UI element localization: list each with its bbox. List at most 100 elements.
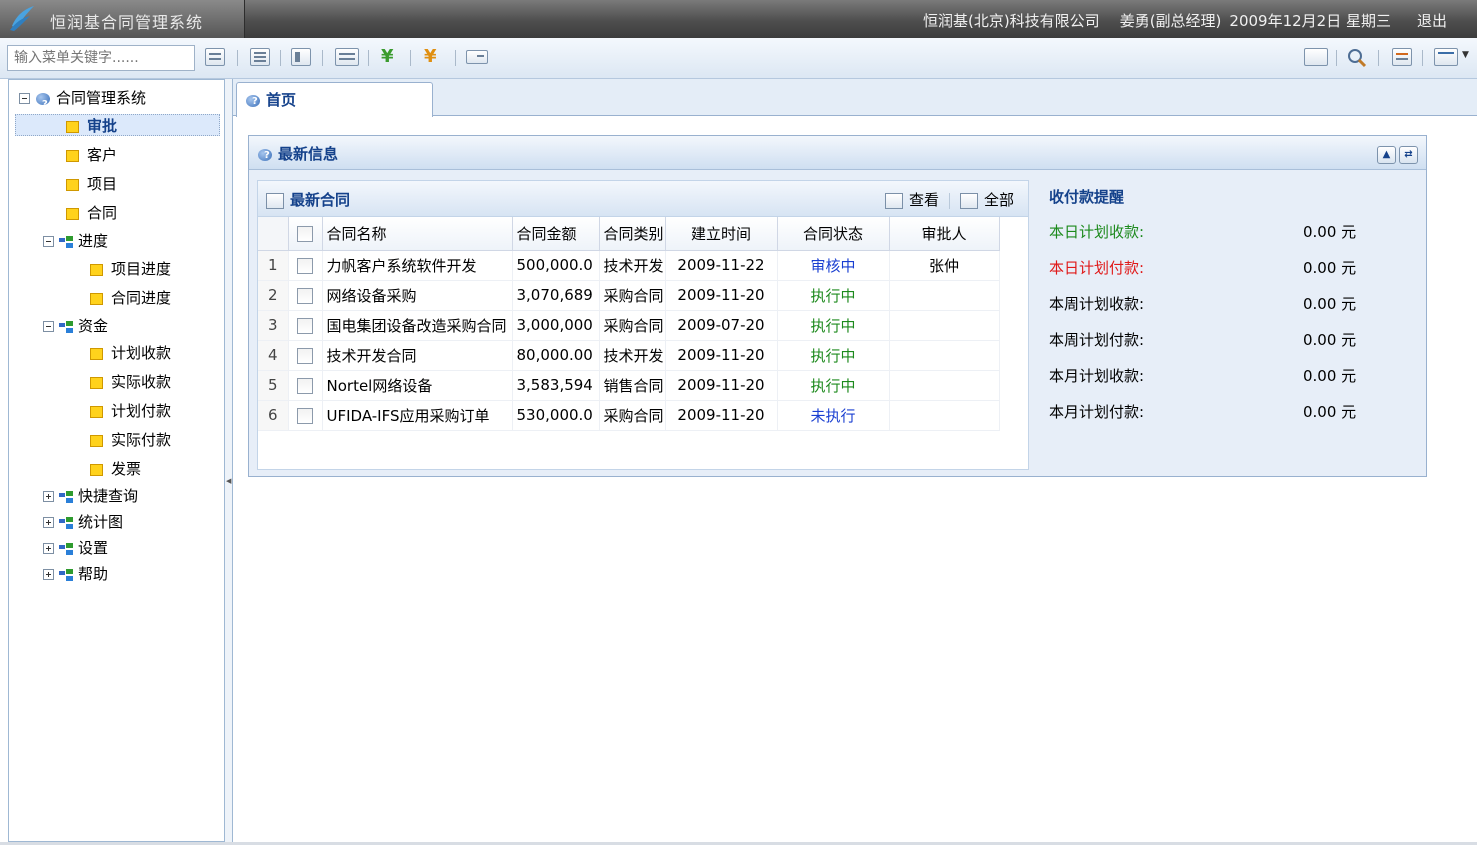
collapse-icon[interactable] xyxy=(19,93,30,104)
folder-icon xyxy=(59,516,73,529)
tree-root[interactable]: 合同管理系统 xyxy=(19,87,147,116)
tree-item-plan-pay[interactable]: 计划付款 xyxy=(90,400,171,422)
chevron-down-icon[interactable]: ▼ xyxy=(1462,50,1469,60)
expand-icon[interactable] xyxy=(43,517,54,528)
pay-money-icon[interactable]: ¥ xyxy=(424,46,437,67)
search-go-icon[interactable] xyxy=(205,48,225,66)
tree-item-project-progress[interactable]: 项目进度 xyxy=(90,258,171,280)
tree-item-help[interactable]: 帮助 xyxy=(43,563,108,585)
reminder-label[interactable]: 本周计划收款: xyxy=(1049,295,1144,313)
row-checkbox[interactable] xyxy=(297,257,313,274)
latest-contracts-grid: 最新合同 查看 全部 合同名称 合同金额 合同类别 建立时间 合同状态 审批人 xyxy=(257,180,1029,470)
tree-item-progress[interactable]: 进度 xyxy=(43,230,108,252)
view-icon[interactable] xyxy=(884,192,903,209)
calculator-icon[interactable] xyxy=(1392,48,1412,66)
table-row[interactable]: 4 技术开发合同 80,000.00 技术开发 2009-11-20 执行中 xyxy=(258,340,1000,371)
tree-label: 合同管理系统 xyxy=(56,89,147,107)
logout-link[interactable]: 退出 xyxy=(1417,12,1447,30)
reminder-amount: 0.00 元 xyxy=(1303,259,1357,277)
reminder-row: 本月计划收款: 0.00 元 xyxy=(1049,365,1409,401)
table-row[interactable]: 5 Nortel网络设备 3,583,594 销售合同 2009-11-20 执行中 xyxy=(258,370,1000,401)
row-checkbox[interactable] xyxy=(297,347,313,364)
tab-strip: 首页 xyxy=(233,79,1477,117)
expand-icon[interactable] xyxy=(43,491,54,502)
col-type[interactable]: 合同类别 xyxy=(599,217,666,251)
toolbar-divider xyxy=(368,50,369,66)
reminder-amount: 0.00 元 xyxy=(1303,403,1357,421)
reminder-label[interactable]: 本月计划收款: xyxy=(1049,367,1144,385)
table-row[interactable]: 2 网络设备采购 3,070,689 采购合同 2009-11-20 执行中 xyxy=(258,280,1000,311)
tree-item-stats[interactable]: 统计图 xyxy=(43,511,123,533)
mail-icon[interactable] xyxy=(1304,48,1328,66)
tree-item-contract-progress[interactable]: 合同进度 xyxy=(90,287,171,309)
select-all-checkbox[interactable] xyxy=(297,225,313,242)
expand-icon[interactable] xyxy=(43,569,54,580)
menu-search-input[interactable] xyxy=(7,45,195,71)
document-icon[interactable] xyxy=(335,48,359,66)
col-approver[interactable]: 审批人 xyxy=(889,217,1000,251)
table-row[interactable]: 3 国电集团设备改造采购合同 3,000,000 采购合同 2009-07-20 执行中 xyxy=(258,310,1000,341)
contract-name: 国电集团设备改造采购合同 xyxy=(322,310,513,341)
view-button[interactable]: 查看 xyxy=(909,191,939,209)
refresh-icon[interactable]: ⇄ xyxy=(1399,146,1418,164)
contract-name: 力帆客户系统软件开发 xyxy=(322,250,513,281)
col-name[interactable]: 合同名称 xyxy=(322,217,513,251)
reminder-row: 本周计划付款: 0.00 元 xyxy=(1049,329,1409,365)
rownum-header xyxy=(258,217,289,251)
contract-date: 2009-07-20 xyxy=(665,310,778,341)
row-checkbox[interactable] xyxy=(297,317,313,334)
tree-item-customer[interactable]: 客户 xyxy=(66,144,117,166)
search-icon[interactable] xyxy=(1346,47,1368,69)
tree-label: 合同 xyxy=(87,204,118,222)
collapse-icon[interactable] xyxy=(43,236,54,247)
select-all-header xyxy=(288,217,323,251)
tree-item-invoice[interactable]: 发票 xyxy=(90,458,141,480)
all-icon[interactable] xyxy=(959,192,978,209)
tree-item-funds[interactable]: 资金 xyxy=(43,315,108,337)
row-number: 3 xyxy=(258,310,289,341)
reminder-label[interactable]: 本月计划付款: xyxy=(1049,403,1144,421)
list-view-icon[interactable] xyxy=(250,48,270,66)
table-row[interactable]: 1 力帆客户系统软件开发 500,000.0 技术开发 2009-11-22 审核中 张仲 xyxy=(258,250,1000,281)
tree-item-contract[interactable]: 合同 xyxy=(66,202,117,224)
reminder-label[interactable]: 本日计划付款: xyxy=(1049,259,1144,277)
toolbar-divider xyxy=(1422,50,1423,66)
reminder-row: 本月计划付款: 0.00 元 xyxy=(1049,401,1409,437)
collapse-panel-icon[interactable]: ▲ xyxy=(1377,146,1396,164)
reminder-label[interactable]: 本日计划收款: xyxy=(1049,223,1144,241)
contract-approver: 张仲 xyxy=(889,250,1000,281)
tree-item-actual-receive[interactable]: 实际收款 xyxy=(90,371,171,393)
row-checkbox[interactable] xyxy=(297,287,313,304)
reminder-label[interactable]: 本周计划付款: xyxy=(1049,331,1144,349)
collapse-arrow-icon[interactable]: ◀ xyxy=(226,477,231,485)
col-status[interactable]: 合同状态 xyxy=(777,217,890,251)
card-icon[interactable] xyxy=(466,50,488,64)
expand-icon[interactable] xyxy=(43,543,54,554)
table-row[interactable]: 6 UFIDA-IFS应用采购订单 530,000.0 采购合同 2009-11-20 未… xyxy=(258,400,1000,431)
tree-item-plan-receive[interactable]: 计划收款 xyxy=(90,342,171,364)
reminder-row: 本周计划收款: 0.00 元 xyxy=(1049,293,1409,329)
col-date[interactable]: 建立时间 xyxy=(665,217,778,251)
window-icon[interactable] xyxy=(1434,48,1458,66)
toolbar-divider xyxy=(237,50,238,66)
all-button[interactable]: 全部 xyxy=(984,191,1014,209)
col-amount[interactable]: 合同金额 xyxy=(512,217,600,251)
tab-home[interactable]: 首页 xyxy=(236,82,433,117)
reminder-amount: 0.00 元 xyxy=(1303,223,1357,241)
reminder-row: 本日计划付款: 0.00 元 xyxy=(1049,257,1409,293)
layout-icon[interactable] xyxy=(291,48,311,66)
tree-item-actual-pay[interactable]: 实际付款 xyxy=(90,429,171,451)
home-icon xyxy=(245,93,263,109)
contract-type: 采购合同 xyxy=(599,400,666,431)
row-checkbox[interactable] xyxy=(297,377,313,394)
tree-item-settings[interactable]: 设置 xyxy=(43,537,108,559)
row-checkbox[interactable] xyxy=(297,407,313,424)
collapse-icon[interactable] xyxy=(43,321,54,332)
tree-item-approve[interactable]: 审批 xyxy=(15,114,220,136)
page-icon xyxy=(90,405,103,418)
tree-item-project[interactable]: 项目 xyxy=(66,173,117,195)
sidebar-splitter[interactable]: ◀ xyxy=(225,79,233,842)
contract-status: 未执行 xyxy=(777,400,890,431)
receive-money-icon[interactable]: ¥ xyxy=(381,46,394,67)
tree-item-quick-query[interactable]: 快捷查询 xyxy=(43,485,138,507)
